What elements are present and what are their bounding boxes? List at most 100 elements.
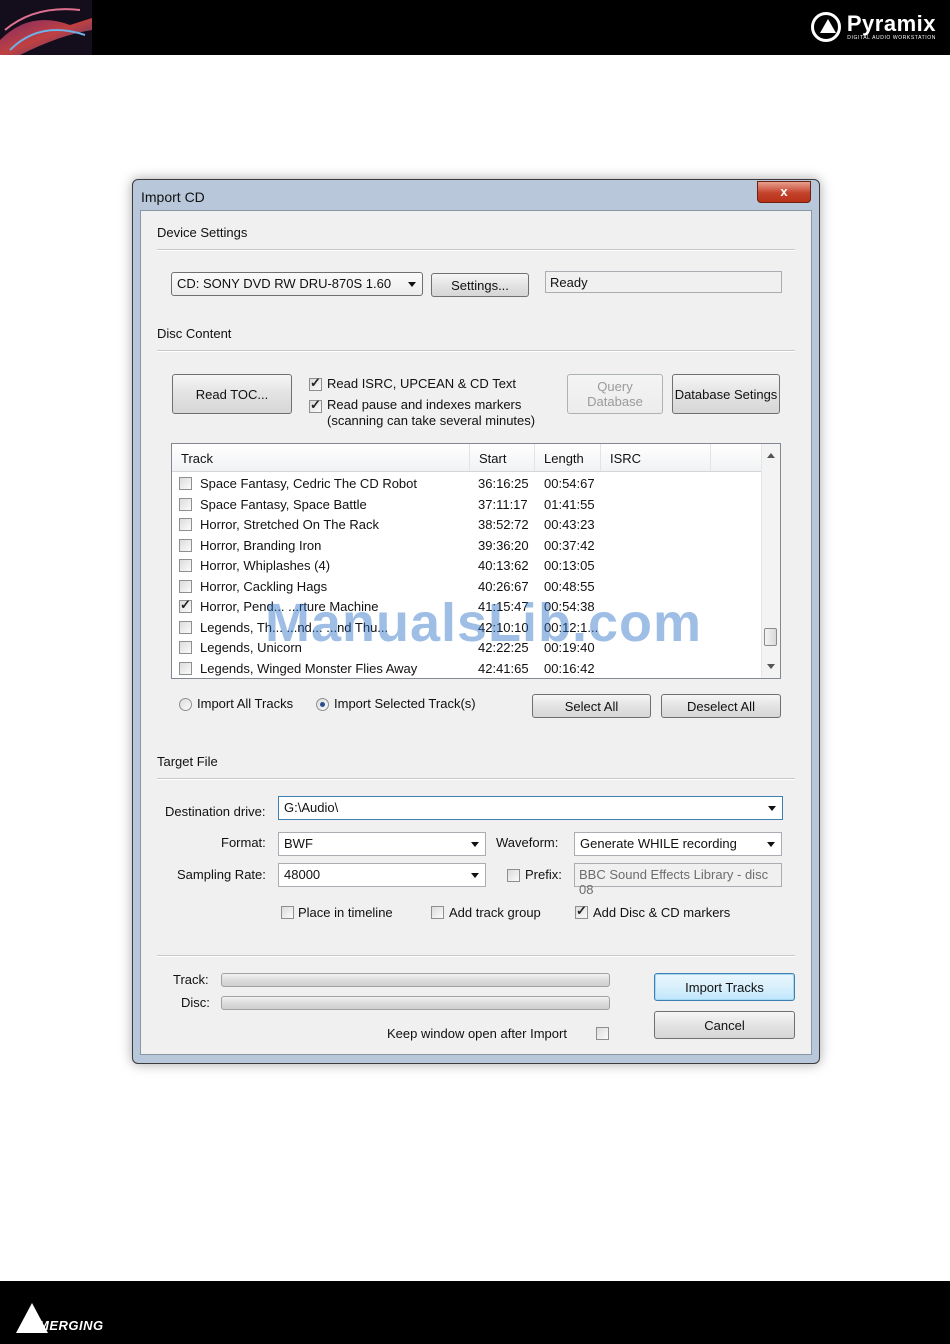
track-checkbox[interactable] xyxy=(179,579,192,593)
chevron-down-icon xyxy=(768,806,776,811)
track-length: 00:13:05 xyxy=(544,558,595,573)
separator xyxy=(157,955,795,957)
scroll-up-icon[interactable] xyxy=(767,453,775,458)
track-start: 42:41:65 xyxy=(478,660,529,676)
scroll-thumb[interactable] xyxy=(764,628,777,646)
page-footer: MERGING xyxy=(0,1281,950,1344)
prefix-checkbox[interactable] xyxy=(507,869,520,882)
destination-drive-select[interactable]: G:\Audio\ xyxy=(278,796,783,820)
track-checkbox[interactable] xyxy=(179,538,192,552)
device-status: Ready xyxy=(545,271,782,293)
waveform-value: Generate WHILE recording xyxy=(580,836,737,851)
place-in-timeline-label: Place in timeline xyxy=(298,905,393,920)
sampling-rate-label: Sampling Rate: xyxy=(177,867,266,882)
read-toc-button[interactable]: Read TOC... xyxy=(172,374,292,414)
track-checkbox[interactable] xyxy=(179,661,192,675)
destination-drive-label: Destination drive: xyxy=(165,804,266,819)
import-all-label: Import All Tracks xyxy=(197,696,294,711)
import-all-radio[interactable] xyxy=(179,698,192,711)
page-header: Pyramix DIGITAL AUDIO WORKSTATION xyxy=(0,0,950,55)
track-checkbox[interactable] xyxy=(179,620,192,634)
track-name: Legends, Winged Monster Flies Away xyxy=(200,660,418,676)
pyramix-logo: Pyramix DIGITAL AUDIO WORKSTATION xyxy=(810,9,936,45)
table-row[interactable]: Horror, Whiplashes (4) 40:13:62 00:13:05 xyxy=(172,556,762,577)
column-header-length[interactable]: Length xyxy=(535,444,601,471)
table-row[interactable]: Horror, Branding Iron 39:36:20 00:37:42 xyxy=(172,536,762,557)
track-start: 38:52:72 xyxy=(478,517,529,532)
read-pause-note: (scanning can take several minutes) xyxy=(327,413,536,428)
table-row[interactable]: Horror, Stretched On The Rack 38:52:72 00:… xyxy=(172,515,762,536)
add-track-group-label: Add track group xyxy=(449,905,541,920)
cancel-button[interactable]: Cancel xyxy=(654,1011,795,1039)
track-length: 01:41:55 xyxy=(544,496,595,512)
import-tracks-button[interactable]: Import Tracks xyxy=(654,973,795,1001)
track-name: Space Fantasy, Space Battle xyxy=(200,496,367,512)
deselect-all-button[interactable]: Deselect All xyxy=(661,694,781,718)
track-name: Horror, Whiplashes (4) xyxy=(200,558,331,573)
table-row[interactable]: Legends, Winged Monster Flies Away 42:41:… xyxy=(172,659,762,679)
database-settings-button[interactable]: Database Setings xyxy=(672,374,780,414)
track-checkbox[interactable] xyxy=(179,641,192,654)
pyramix-logo-icon xyxy=(810,12,841,42)
format-value: BWF xyxy=(284,836,313,851)
format-label: Format: xyxy=(221,835,266,850)
add-track-group-checkbox[interactable] xyxy=(431,906,444,919)
import-selected-label: Import Selected Track(s) xyxy=(334,696,476,711)
track-checkbox[interactable] xyxy=(179,559,192,572)
header-artwork-icon xyxy=(0,0,92,55)
merging-logo: MERGING xyxy=(16,1297,104,1333)
track-checkbox[interactable] xyxy=(179,497,192,511)
brand-name: Pyramix xyxy=(846,11,936,36)
close-button[interactable]: x xyxy=(757,181,811,203)
waveform-label: Waveform: xyxy=(496,835,559,850)
separator xyxy=(157,778,795,780)
read-isrc-checkbox[interactable] xyxy=(309,375,322,391)
chevron-down-icon xyxy=(471,842,479,847)
track-name: Horror, Stretched On The Rack xyxy=(200,517,379,532)
table-row[interactable]: Space Fantasy, Space Battle 37:11:17 01:41… xyxy=(172,495,762,516)
track-start: 37:11:17 xyxy=(478,496,528,512)
select-all-button[interactable]: Select All xyxy=(532,694,651,718)
format-select[interactable]: BWF xyxy=(278,832,486,856)
track-checkbox[interactable] xyxy=(179,518,192,531)
track-length: 00:43:23 xyxy=(544,517,595,532)
cd-drive-select[interactable]: CD: SONY DVD RW DRU-870S 1.60 xyxy=(171,272,423,296)
place-in-timeline-checkbox[interactable] xyxy=(281,906,294,919)
disc-content-heading: Disc Content xyxy=(157,326,232,341)
track-start: 40:13:62 xyxy=(478,558,529,573)
disc-progress-bar xyxy=(221,996,610,1010)
settings-button[interactable]: Settings... xyxy=(431,273,529,297)
destination-drive-value: G:\Audio\ xyxy=(284,800,339,815)
merging-logo-text: MERGING xyxy=(38,1318,104,1333)
keep-open-checkbox[interactable] xyxy=(596,1027,609,1040)
track-checkbox[interactable] xyxy=(179,477,192,490)
track-length: 00:54:67 xyxy=(544,476,595,491)
track-list-scrollbar[interactable] xyxy=(761,444,780,678)
import-selected-radio[interactable] xyxy=(316,698,329,711)
dialog-title: Import CD xyxy=(141,189,205,205)
waveform-select[interactable]: Generate WHILE recording xyxy=(574,832,782,856)
column-header-track[interactable]: Track xyxy=(172,444,470,471)
column-header-start[interactable]: Start xyxy=(470,444,535,471)
sampling-rate-value: 48000 xyxy=(284,867,321,882)
sampling-rate-select[interactable]: 48000 xyxy=(278,863,486,887)
table-row[interactable]: Space Fantasy, Cedric The CD Robot 36:16:… xyxy=(172,474,762,495)
track-name: Horror, Branding Iron xyxy=(200,537,322,553)
chevron-down-icon xyxy=(408,282,416,287)
read-pause-label: Read pause and indexes markers xyxy=(327,397,522,412)
chevron-down-icon xyxy=(767,842,775,847)
track-checkbox[interactable] xyxy=(179,597,192,613)
add-markers-checkbox[interactable] xyxy=(575,903,588,919)
scroll-down-icon[interactable] xyxy=(767,664,775,669)
cd-drive-value: CD: SONY DVD RW DRU-870S 1.60 xyxy=(177,276,392,291)
brand-subtitle: DIGITAL AUDIO WORKSTATION xyxy=(847,35,936,41)
track-progress-bar xyxy=(221,973,610,987)
prefix-input[interactable]: BBC Sound Effects Library - disc 08 xyxy=(574,863,782,897)
track-name: Space Fantasy, Cedric The CD Robot xyxy=(200,476,418,491)
track-length: 00:37:42 xyxy=(544,537,595,553)
track-start: 39:36:20 xyxy=(478,537,529,553)
query-database-button[interactable]: Query Database xyxy=(567,374,663,414)
column-header-isrc[interactable]: ISRC xyxy=(601,444,711,471)
chevron-down-icon xyxy=(471,873,479,878)
read-pause-checkbox[interactable] xyxy=(309,397,322,413)
